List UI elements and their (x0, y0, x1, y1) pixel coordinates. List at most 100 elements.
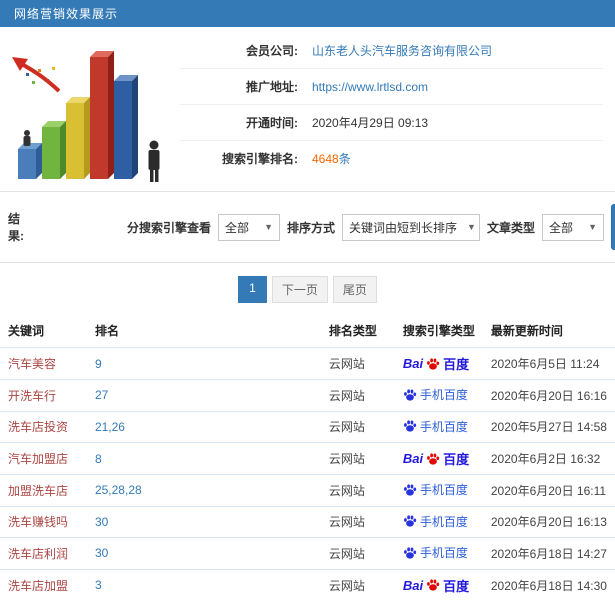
submit-button[interactable]: 提交 (611, 204, 615, 250)
table-row: 洗车店利润 30 云网站 手机百度 2020年6月18日 14:27 (0, 537, 615, 569)
keyword-cell: 洗车店加盟 (0, 568, 87, 601)
results-section-label: 结果: (8, 212, 24, 243)
keyword-cell: 汽车加盟店 (0, 442, 87, 475)
rank-cell: 30 (86, 537, 321, 569)
rank-count-label: 搜索引擎排名: (222, 152, 298, 166)
col-header-keyword: 关键词 (8, 324, 45, 338)
rank-type-cell: 云网站 (320, 410, 395, 443)
baidu-wordmark: Bai (402, 451, 424, 466)
sort-value: 关键词由短到长排序 (349, 220, 458, 235)
updated-time-cell: 2020年6月20日 16:16 (482, 379, 615, 411)
chart-illustration (4, 29, 180, 191)
open-time-row: 开通时间: 2020年4月29日 09:13 (180, 105, 603, 141)
engine-cell: Bai 百度 (394, 568, 483, 601)
company-label: 会员公司: (246, 44, 298, 58)
baidu-paw-icon (403, 483, 417, 496)
open-time-label: 开通时间: (246, 116, 298, 130)
search-engine-logo: Bai 百度 (403, 576, 469, 595)
baidu-paw-icon (427, 357, 440, 370)
engine-filter-select[interactable]: 全部 (218, 213, 280, 241)
baidu-paw-icon (427, 579, 440, 591)
keyword-cell: 开洗车行 (0, 379, 87, 411)
engine-cell: 手机百度 (394, 505, 483, 538)
company-link[interactable]: 山东老人头汽车服务咨询有限公司 (312, 42, 492, 59)
open-time-value: 2020年4月29日 09:13 (312, 116, 429, 130)
keyword-cell: 加盟洗车店 (0, 474, 87, 506)
page-title-bar: 网络营销效果展示 (0, 0, 615, 27)
rank-type-cell: 云网站 (320, 537, 395, 569)
engine-filter-label: 分搜索引擎查看 (126, 220, 211, 235)
baidu-paw-icon (427, 452, 440, 465)
last-page-button[interactable]: 尾页 (332, 276, 377, 303)
article-type-select[interactable]: 全部 (542, 213, 605, 241)
engine-label: 手机百度 (419, 514, 468, 529)
rank-count-value: 4648 (312, 152, 339, 166)
rank-type-cell: 云网站 (320, 442, 395, 475)
updated-time-cell: 2020年6月20日 16:13 (482, 505, 615, 538)
keyword-cell: 洗车店投资 (0, 410, 87, 443)
results-table: 关键词 排名 排名类型 搜索引擎类型 最新更新时间 汽车美容 9 云网站 Bai… (0, 314, 615, 601)
table-row: 加盟洗车店 25,28,28 云网站 手机百度 2020年6月20日 16:11 (0, 474, 615, 506)
rank-type-cell: 云网站 (320, 568, 395, 601)
keyword-cell: 汽车美容 (0, 347, 87, 380)
rank-type-cell: 云网站 (320, 474, 395, 506)
company-row: 会员公司: 山东老人头汽车服务咨询有限公司 (180, 33, 603, 69)
engine-cell: Bai 百度 (394, 442, 483, 475)
col-header-rank: 排名 (94, 324, 119, 338)
chevron-down-icon (264, 222, 273, 232)
engine-cell: 手机百度 (394, 537, 483, 569)
chevron-down-icon (588, 222, 597, 232)
rank-cell: 21,26 (86, 410, 321, 443)
table-row: 汽车美容 9 云网站 Bai 百度 2020年6月5日 11:24 (0, 347, 615, 380)
article-type-value: 全部 (549, 220, 574, 235)
sort-label: 排序方式 (287, 220, 336, 235)
rank-cell: 25,28,28 (86, 474, 321, 506)
rank-type-cell: 云网站 (320, 505, 395, 538)
rank-cell: 3 (86, 568, 321, 601)
updated-time-cell: 2020年6月18日 14:30 (482, 568, 615, 601)
promo-url-link[interactable]: https://www.lrtlsd.com (312, 80, 428, 94)
engine-label: 手机百度 (419, 388, 468, 402)
promo-url-label: 推广地址: (246, 80, 298, 94)
rank-type-cell: 云网站 (320, 347, 395, 380)
engine-label: 手机百度 (419, 419, 468, 434)
col-header-updated: 最新更新时间 (490, 324, 563, 338)
search-engine-logo: 手机百度 (403, 418, 468, 435)
col-header-rank-type: 排名类型 (328, 324, 377, 338)
filter-bar: 结果: 分搜索引擎查看 全部 排序方式 关键词由短到长排序 文章类型 全部 提交 (0, 191, 615, 263)
baidu-wordmark: Bai (402, 577, 424, 593)
page-number-current[interactable]: 1 (238, 276, 267, 303)
engine-cell: 手机百度 (394, 410, 483, 443)
chevron-down-icon (467, 222, 476, 232)
search-engine-logo: Bai 百度 (403, 354, 469, 373)
keyword-cell: 洗车店利润 (0, 537, 87, 569)
baidu-paw-icon (403, 546, 417, 559)
rank-cell: 9 (86, 347, 321, 380)
rank-count-unit: 条 (338, 152, 351, 166)
table-row: 洗车店投资 21,26 云网站 手机百度 2020年5月27日 14:58 (0, 410, 615, 443)
engine-label: 百度 (443, 578, 470, 594)
updated-time-cell: 2020年6月20日 16:11 (482, 474, 615, 506)
article-type-label: 文章类型 (487, 220, 536, 235)
table-header-row: 关键词 排名 排名类型 搜索引擎类型 最新更新时间 (0, 314, 615, 348)
summary-section: 会员公司: 山东老人头汽车服务咨询有限公司 推广地址: https://www.… (0, 27, 615, 191)
pagination: 1 下一页 尾页 (0, 263, 615, 314)
rank-count-row: 搜索引擎排名: 4648条 (180, 141, 603, 176)
engine-label: 百度 (443, 357, 470, 372)
page-title: 网络营销效果展示 (14, 7, 119, 21)
next-page-button[interactable]: 下一页 (271, 276, 328, 303)
search-engine-logo: 手机百度 (403, 513, 468, 530)
rank-cell: 27 (86, 379, 321, 411)
sort-select[interactable]: 关键词由短到长排序 (342, 213, 481, 241)
keyword-cell: 洗车赚钱吗 (0, 505, 87, 538)
engine-cell: 手机百度 (394, 474, 483, 506)
col-header-engine-type: 搜索引擎类型 (402, 324, 475, 338)
member-info-panel: 会员公司: 山东老人头汽车服务咨询有限公司 推广地址: https://www.… (180, 29, 607, 191)
search-engine-logo: 手机百度 (403, 386, 468, 403)
baidu-wordmark: Bai (402, 356, 424, 371)
updated-time-cell: 2020年6月18日 14:27 (482, 537, 615, 569)
table-row: 洗车店加盟 3 云网站 Bai 百度 2020年6月18日 14:30 (0, 568, 615, 601)
rank-cell: 30 (86, 505, 321, 538)
rank-cell: 8 (86, 442, 321, 475)
search-engine-logo: Bai 百度 (403, 449, 469, 468)
